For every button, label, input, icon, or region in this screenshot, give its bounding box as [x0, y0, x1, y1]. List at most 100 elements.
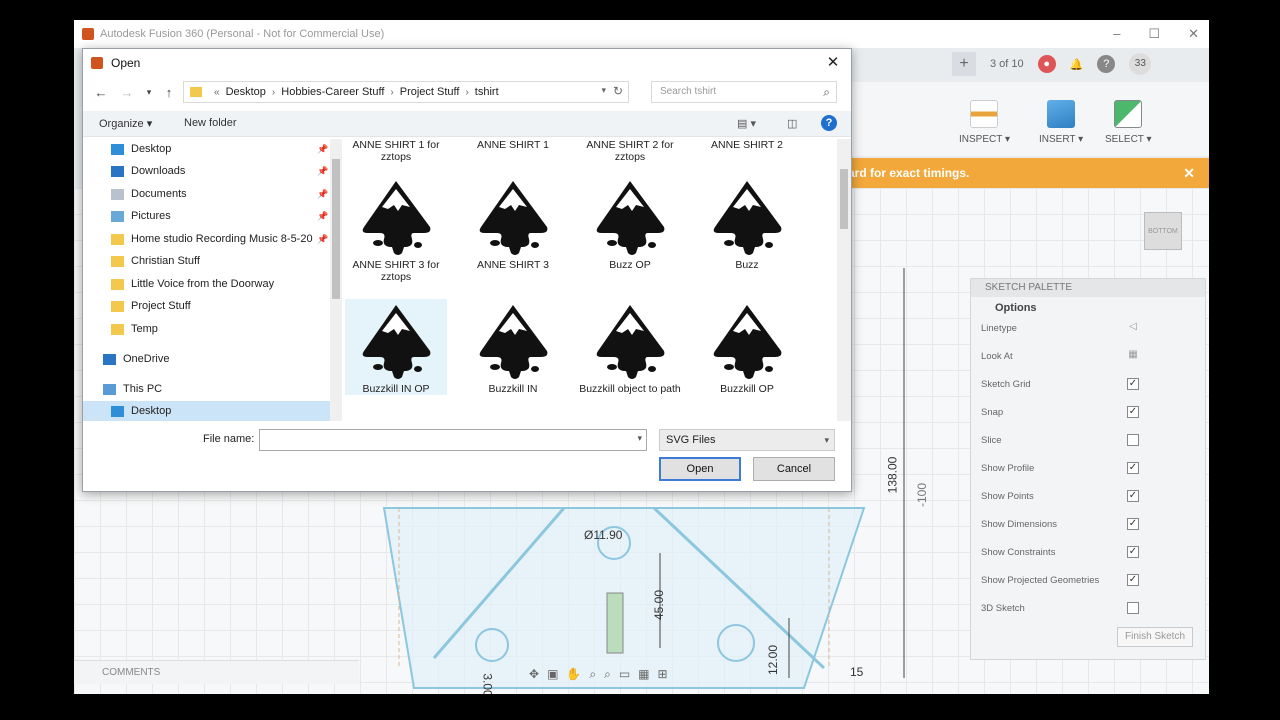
nav-scrollbar[interactable] — [330, 139, 342, 421]
file-item[interactable]: ANNE SHIRT 2 — [696, 139, 798, 151]
file-type-select[interactable]: SVG Files ▾ — [659, 429, 835, 451]
nav-item-folder[interactable]: Project Stuff — [111, 296, 191, 316]
file-name-input[interactable]: ▾ — [259, 429, 647, 451]
grid-icon[interactable]: ▦ — [638, 667, 649, 681]
address-dropdown-icon[interactable]: ▾ — [601, 85, 606, 96]
palette-checkbox[interactable] — [1127, 434, 1139, 446]
jobs-icon[interactable]: ● — [1037, 55, 1056, 73]
avatar[interactable]: 33 — [1129, 53, 1152, 75]
dimension-offset[interactable]: -100 — [915, 483, 929, 507]
forward-icon[interactable]: → — [119, 85, 135, 100]
pin-icon[interactable]: 📌 — [317, 211, 328, 222]
up-icon[interactable]: ↑ — [161, 85, 177, 100]
pan-icon[interactable]: ✋ — [566, 667, 581, 681]
breadcrumb-hobbies[interactable]: Hobbies-Career Stuff — [281, 86, 384, 98]
search-icon[interactable]: ⌕ — [823, 82, 830, 102]
comments-panel[interactable]: COMMENTS — [74, 660, 359, 684]
cancel-button[interactable]: Cancel — [753, 457, 835, 481]
dialog-close-icon[interactable]: ✕ — [821, 53, 845, 73]
dimension-total-height[interactable]: 138.00 — [885, 457, 899, 494]
look-icon[interactable]: ▣ — [547, 667, 558, 681]
files-scrollbar[interactable] — [837, 139, 851, 421]
search-input[interactable]: Search tshirt ⌕ — [651, 81, 837, 103]
palette-checkbox[interactable]: ✓ — [1127, 406, 1139, 418]
zoom-icon[interactable]: ⌕ — [589, 667, 596, 682]
nav-item-pc[interactable]: This PC — [103, 379, 162, 399]
nav-item-folder[interactable]: Little Voice from the Doorway — [111, 274, 274, 294]
file-item[interactable]: Buzz — [696, 175, 798, 271]
organize-button[interactable]: Organize ▾ — [99, 117, 152, 130]
address-bar[interactable]: « Desktop › Hobbies-Career Stuff › Proje… — [183, 81, 629, 103]
nav-item-folder[interactable]: Temp — [111, 319, 158, 339]
file-item[interactable]: Buzz OP — [579, 175, 681, 271]
file-item[interactable]: Buzzkill IN OP — [345, 299, 447, 395]
new-folder-button[interactable]: New folder — [184, 117, 237, 129]
file-item[interactable]: ANNE SHIRT 1 for zztops — [345, 139, 447, 163]
insert-tool[interactable]: INSERT ▾ — [1039, 100, 1083, 145]
dimension-thickness[interactable]: 3.00 — [481, 673, 495, 694]
tab-count[interactable]: 3 of 10 — [990, 58, 1024, 70]
palette-checkbox[interactable]: ✓ — [1127, 574, 1139, 586]
nav-item-desktop[interactable]: Desktop — [83, 401, 330, 421]
dimension-corner[interactable]: 15 — [850, 665, 863, 679]
inspect-tool[interactable]: INSPECT ▾ — [959, 100, 1010, 145]
preview-pane-icon[interactable]: ◫ — [787, 117, 797, 130]
bell-icon[interactable]: 🔔 — [1070, 58, 1084, 71]
viewports-icon[interactable]: ⊞ — [658, 667, 668, 681]
new-tab-button[interactable]: + — [952, 52, 976, 76]
help-icon[interactable]: ? — [1097, 55, 1116, 73]
pin-icon[interactable]: 📌 — [317, 189, 328, 200]
pin-icon[interactable]: 📌 — [317, 234, 328, 245]
palette-checkbox[interactable]: ✓ — [1127, 378, 1139, 390]
file-name: Buzzkill IN — [488, 383, 538, 395]
file-item[interactable]: Buzzkill object to path — [579, 299, 681, 395]
file-item[interactable]: ANNE SHIRT 1 — [462, 139, 564, 151]
nav-item-folder[interactable]: Christian Stuff — [111, 251, 200, 271]
back-icon[interactable]: ← — [93, 85, 109, 100]
finish-sketch-button[interactable]: Finish Sketch — [1117, 627, 1193, 647]
display-icon[interactable]: ▭ — [619, 667, 630, 681]
banner-close-icon[interactable]: ✕ — [1183, 158, 1195, 188]
breadcrumb-tshirt[interactable]: tshirt — [475, 86, 499, 98]
refresh-icon[interactable]: ↻ — [613, 84, 623, 98]
recent-dropdown-icon[interactable]: ▾ — [141, 87, 157, 98]
orbit-icon[interactable]: ✥ — [529, 667, 539, 681]
select-tool[interactable]: SELECT ▾ — [1105, 100, 1152, 145]
nav-item-pic[interactable]: Pictures — [111, 206, 171, 226]
palette-checkbox[interactable] — [1127, 602, 1139, 614]
options-section[interactable]: Options — [971, 297, 1205, 319]
file-name-dropdown-icon[interactable]: ▾ — [637, 433, 642, 444]
view-options-icon[interactable]: ▤ ▾ — [737, 117, 756, 130]
viewcube[interactable]: BOTTOM — [1144, 212, 1182, 250]
nav-item-download[interactable]: Downloads — [111, 161, 185, 181]
pin-icon[interactable]: 📌 — [317, 166, 328, 177]
palette-checkbox[interactable]: ✓ — [1127, 546, 1139, 558]
open-button[interactable]: Open — [659, 457, 741, 481]
file-item[interactable]: ANNE SHIRT 2 for zztops — [579, 139, 681, 163]
nav-item-cloud[interactable]: OneDrive — [103, 349, 169, 369]
file-item[interactable]: ANNE SHIRT 3 — [462, 175, 564, 271]
dimension-diameter[interactable]: Ø11.90 — [584, 528, 622, 542]
palette-checkbox[interactable]: ✓ — [1127, 518, 1139, 530]
close-window-icon[interactable]: ✕ — [1188, 26, 1199, 42]
dimension-height[interactable]: 45.00 — [652, 590, 666, 620]
palette-option-icon[interactable]: ▦ — [1127, 350, 1139, 362]
nav-item-doc[interactable]: Documents — [111, 184, 187, 204]
help-icon[interactable]: ? — [821, 115, 837, 131]
minimize-icon[interactable]: – — [1113, 26, 1120, 42]
palette-option-icon[interactable]: ◁ — [1127, 322, 1139, 334]
breadcrumb-project-stuff[interactable]: Project Stuff — [400, 86, 460, 98]
nav-item-desktop[interactable]: Desktop — [111, 139, 171, 159]
maximize-icon[interactable]: ☐ — [1148, 26, 1160, 42]
palette-checkbox[interactable]: ✓ — [1127, 462, 1139, 474]
dimension-small[interactable]: 12.00 — [766, 645, 780, 675]
nav-item-folder[interactable]: Home studio Recording Music 8-5-20 — [111, 229, 313, 249]
file-item[interactable]: Buzzkill IN — [462, 299, 564, 395]
file-item[interactable]: ANNE SHIRT 3 for zztops — [345, 175, 447, 283]
fit-icon[interactable]: ⌕ — [604, 667, 611, 682]
palette-checkbox[interactable]: ✓ — [1127, 490, 1139, 502]
sketch-palette-title[interactable]: SKETCH PALETTE — [971, 279, 1205, 297]
pin-icon[interactable]: 📌 — [317, 144, 328, 155]
file-item[interactable]: Buzzkill OP — [696, 299, 798, 395]
breadcrumb-desktop[interactable]: Desktop — [226, 86, 266, 98]
